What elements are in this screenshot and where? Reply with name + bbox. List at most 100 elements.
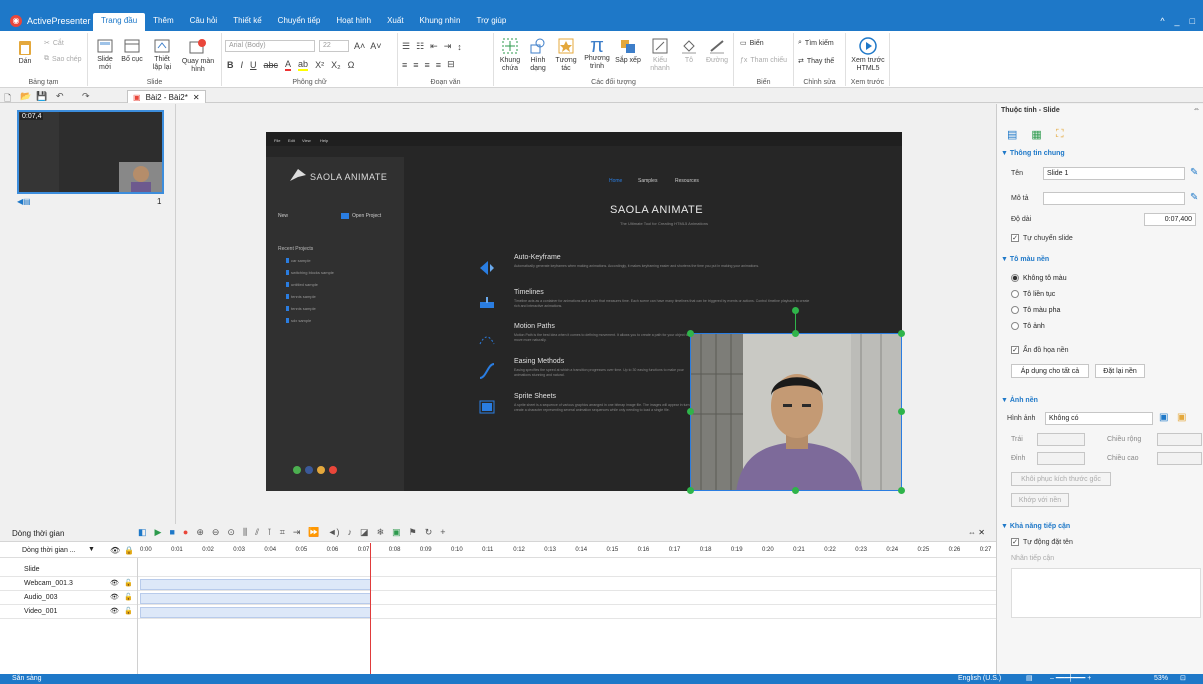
variable-button[interactable]: ▭ Biến (740, 39, 764, 48)
properties-tab-media-icon[interactable]: ▦ (1031, 128, 1041, 141)
resize-handle-nw[interactable] (687, 330, 694, 337)
interaction-button[interactable]: Tương tác (554, 37, 578, 73)
tab-questions[interactable]: Câu hỏi (182, 13, 226, 31)
resize-handle-sw[interactable] (687, 487, 694, 494)
arrange-button[interactable]: Sắp xếp (614, 37, 642, 65)
left-field[interactable] (1037, 433, 1085, 446)
timeline-track[interactable]: Video_001 👁 🔓 (0, 606, 996, 619)
collapse-ribbon-icon[interactable]: ^ (1160, 16, 1164, 26)
image-field[interactable]: Không có (1045, 412, 1153, 425)
lock-icon[interactable]: 🔒 (124, 546, 134, 555)
resize-handle-e[interactable] (898, 408, 905, 415)
gradient-fill-radio[interactable]: Tô màu pha (1011, 306, 1060, 314)
auto-advance-checkbox[interactable]: ✓ Tự chuyển slide (1011, 234, 1073, 242)
zoom-fit-icon[interactable]: ⊙ (227, 527, 235, 538)
webcam-object[interactable] (690, 333, 902, 491)
blur-icon[interactable]: ◪ (360, 527, 369, 538)
font-size-combo[interactable]: 22 (319, 40, 349, 52)
properties-tab-general-icon[interactable]: ▤ (1007, 128, 1017, 141)
width-field[interactable] (1157, 433, 1202, 446)
caption-icon[interactable]: ▣ (392, 527, 401, 538)
tab-design[interactable]: Thiết kế (225, 13, 269, 31)
visibility-eye-icon[interactable]: 👁 (110, 593, 119, 601)
edit-description-icon[interactable]: ✎ (1190, 192, 1198, 203)
timeline-playhead[interactable] (370, 543, 372, 674)
decrease-indent-icon[interactable]: ⇤ (430, 41, 438, 52)
zoom-out-icon[interactable]: ⊖ (212, 527, 220, 538)
shape-button[interactable]: Hình dạng (526, 37, 550, 73)
loop-icon[interactable]: ↻ (425, 527, 433, 538)
change-speed-icon[interactable]: ⏩ (308, 527, 319, 538)
text-direction-icon[interactable]: ⊟ (447, 59, 455, 70)
view-mode-icon[interactable]: ▤ (1026, 674, 1033, 682)
image-fill-radio[interactable]: Tô ảnh (1011, 322, 1045, 330)
new-slide-button[interactable]: Slide mới (94, 38, 116, 72)
resize-handle-se[interactable] (898, 487, 905, 494)
browse-image-icon[interactable]: ▣ (1159, 412, 1168, 423)
lock-icon[interactable]: 🔓 (124, 593, 133, 601)
crop-icon[interactable]: ⌗ (280, 527, 285, 538)
hide-background-checkbox[interactable]: ✓ Ẩn đồ họa nền (1011, 346, 1069, 354)
cut-button[interactable]: ✂ Cắt (44, 39, 64, 48)
visibility-eye-icon[interactable]: 👁 (110, 607, 119, 615)
align-center-icon[interactable]: ≡ (413, 60, 418, 70)
find-button[interactable]: ⌕ Tìm kiếm (798, 39, 834, 47)
background-image-section-header[interactable]: ▼ Ảnh nền (1001, 397, 1038, 404)
font-name-combo[interactable]: Arial (Body) (225, 40, 315, 52)
slide-thumbnail[interactable]: 0:07,4 (17, 110, 164, 194)
audio-clip[interactable] (140, 593, 371, 604)
split-icon[interactable]: ⫼ (243, 527, 247, 538)
italic-icon[interactable]: I (241, 60, 244, 70)
play-icon[interactable]: ▶ (155, 527, 162, 538)
timeline-track[interactable]: Slide (0, 564, 996, 577)
paste-button[interactable]: Dán (18, 38, 32, 66)
symbol-icon[interactable]: Ω (348, 60, 355, 70)
resize-handle-n[interactable] (792, 330, 799, 337)
resize-handle-w[interactable] (687, 408, 694, 415)
resize-handle-ne[interactable] (898, 330, 905, 337)
tab-export[interactable]: Xuất (379, 13, 411, 31)
minimize-icon[interactable]: _ (1175, 16, 1180, 26)
webcam-clip[interactable] (140, 579, 371, 590)
video-clip[interactable] (140, 607, 371, 618)
align-right-icon[interactable]: ≡ (425, 60, 430, 70)
restore-size-button[interactable]: Khôi phục kích thước gốc (1011, 472, 1111, 486)
fit-background-button[interactable]: Khớp với nền (1011, 493, 1069, 507)
duration-field[interactable]: 0:07,400 (1144, 213, 1196, 226)
record-icon[interactable]: ● (183, 527, 188, 538)
tab-help[interactable]: Trợ giúp (468, 13, 514, 31)
line-spacing-icon[interactable]: ↕ (457, 42, 462, 52)
open-folder-icon[interactable]: 📂 (20, 91, 31, 102)
lock-icon[interactable]: 🔓 (124, 579, 133, 587)
close-tab-icon[interactable]: ✕ (193, 93, 200, 102)
copy-button[interactable]: ⧉ Sao chép (44, 55, 82, 63)
save-icon[interactable]: 💾 (36, 91, 47, 102)
redo-icon[interactable]: ↷ (82, 91, 90, 102)
stop-icon[interactable]: ■ (169, 527, 174, 538)
description-field[interactable] (1043, 192, 1185, 205)
strikethrough-icon[interactable]: abc (264, 60, 279, 70)
top-field[interactable] (1037, 452, 1085, 465)
record-screen-button[interactable]: Quay màn hình (180, 38, 216, 74)
frame-button[interactable]: Khung chứa (498, 37, 522, 73)
timeline-track[interactable]: Webcam_001.3 👁 🔓 (0, 578, 996, 591)
accessibility-label-input[interactable] (1011, 568, 1201, 618)
reset-slide-button[interactable]: Thiết lập lại (150, 38, 174, 72)
join-icon[interactable]: ⫽ (255, 527, 259, 538)
trim-icon[interactable]: ⊺ (267, 527, 272, 538)
zoom-slider[interactable]: – ━━━┿━━━ + (1050, 674, 1091, 682)
timeline-track[interactable]: Audio_003 👁 🔓 (0, 592, 996, 605)
fill-button[interactable]: Tô (678, 37, 700, 65)
no-fill-radio[interactable]: Không tô màu (1011, 274, 1067, 282)
audio-fade-icon[interactable]: ◄) (328, 527, 340, 538)
freeze-frame-icon[interactable]: ❄ (377, 527, 385, 538)
justify-icon[interactable]: ≡ (436, 60, 441, 70)
marker-icon[interactable]: ⚑ (409, 527, 417, 538)
language-indicator[interactable]: English (U.S.) (958, 675, 1001, 682)
open-image-icon[interactable]: ▣ (1177, 412, 1186, 423)
highlight-icon[interactable]: ab (298, 59, 309, 71)
accessibility-section-header[interactable]: ▼ Khả năng tiếp cận (1001, 523, 1070, 530)
expand-timeline-icon[interactable]: ⇔ ✕ (968, 528, 985, 537)
volume-icon[interactable]: ♪ (348, 527, 353, 538)
timeline-column-header[interactable]: Dòng thời gian ... (22, 547, 76, 554)
